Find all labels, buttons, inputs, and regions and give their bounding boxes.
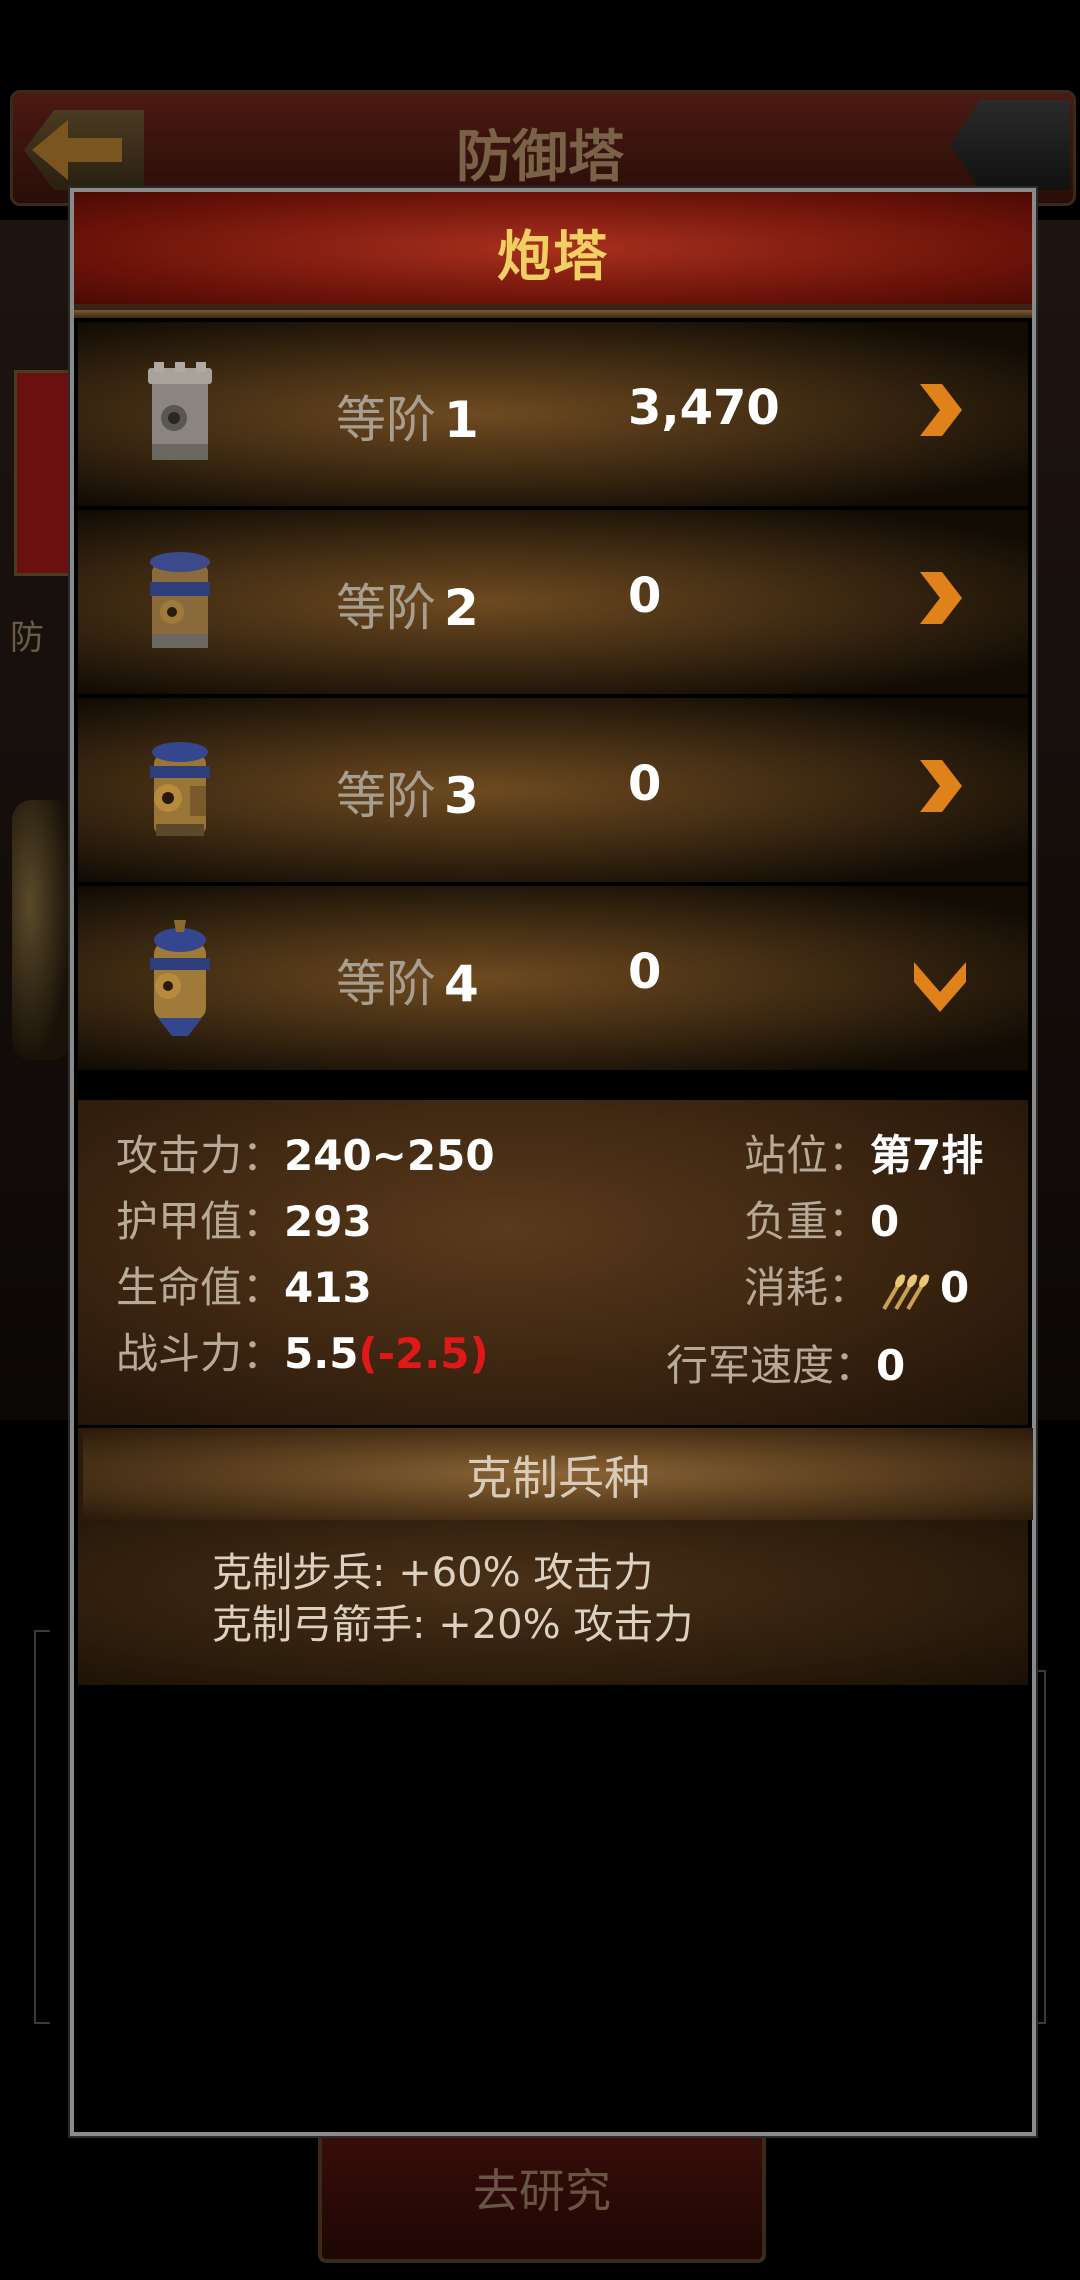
counter-section-header: 克制兵种	[78, 1428, 1033, 1520]
chevron-right-icon[interactable]	[912, 756, 968, 816]
tier-label: 等阶 3	[336, 767, 479, 825]
background-side-label: 防	[10, 618, 44, 658]
chevron-down-icon[interactable]	[912, 956, 968, 1016]
stat-armor: 护甲值：293	[116, 1197, 372, 1246]
stat-position: 站位：第7排	[744, 1131, 984, 1180]
stat-load: 负重：0	[744, 1197, 900, 1246]
chevron-right-icon[interactable]	[912, 568, 968, 628]
stat-march-speed: 行军速度：0	[666, 1341, 906, 1390]
wheat-icon	[882, 1273, 930, 1310]
cannon-tower-tier2-icon	[150, 552, 210, 648]
tier-count: 0	[628, 756, 662, 812]
tier-count: 3,470	[628, 380, 780, 436]
dialog-title: 炮塔	[497, 225, 609, 288]
chevron-right-icon[interactable]	[912, 380, 968, 440]
tier-count: 0	[628, 568, 662, 624]
cannon-tower-tier3-icon	[150, 742, 210, 836]
tier-row-1[interactable]: 等阶 1 3,470	[78, 322, 1028, 510]
background-frame-left	[34, 1630, 50, 2024]
tier-label: 等阶 4	[336, 955, 479, 1013]
cannon-tower-tier1-icon	[148, 362, 212, 460]
stat-consumption: 消耗： 0	[744, 1263, 970, 1312]
stat-power: 战斗力：5.5(-2.5)	[116, 1329, 489, 1378]
background-tower-image	[12, 800, 72, 1060]
counter-line: 克制步兵: +60% 攻击力	[212, 1550, 654, 1596]
cannon-tower-tier4-icon	[150, 920, 210, 1036]
research-button[interactable]: 去研究	[318, 2120, 766, 2263]
tier-label: 等阶 2	[336, 579, 479, 637]
tier-row-4[interactable]: 等阶 4 0	[78, 886, 1028, 1074]
tier-row-2[interactable]: 等阶 2 0	[78, 510, 1028, 698]
stat-attack: 攻击力：240~250	[116, 1131, 495, 1180]
tier-count: 0	[628, 944, 662, 1000]
stat-hp: 生命值：413	[116, 1263, 372, 1312]
counter-line: 克制弓箭手: +20% 攻击力	[212, 1602, 694, 1648]
dialog-header: 炮塔	[74, 192, 1032, 318]
tier-row-3[interactable]: 等阶 3 0	[78, 698, 1028, 886]
stats-panel: 攻击力：240~250 护甲值：293 生命值：413 战斗力：5.5(-2.5…	[78, 1100, 1028, 1425]
background-right-panel	[1030, 220, 1080, 1420]
tier-label: 等阶 1	[336, 391, 479, 449]
counter-section-title: 克制兵种	[466, 1451, 650, 1505]
cannon-tower-dialog: 炮塔 等阶 1 3,470 等阶 2 0 等阶 3 0 等阶 4 0 攻击力：2…	[70, 188, 1036, 2136]
counter-section-body: 克制步兵: +60% 攻击力 克制弓箭手: +20% 攻击力	[78, 1520, 1028, 1685]
background-screen-title: 防御塔	[456, 125, 624, 190]
power-delta: (-2.5)	[358, 1329, 489, 1378]
